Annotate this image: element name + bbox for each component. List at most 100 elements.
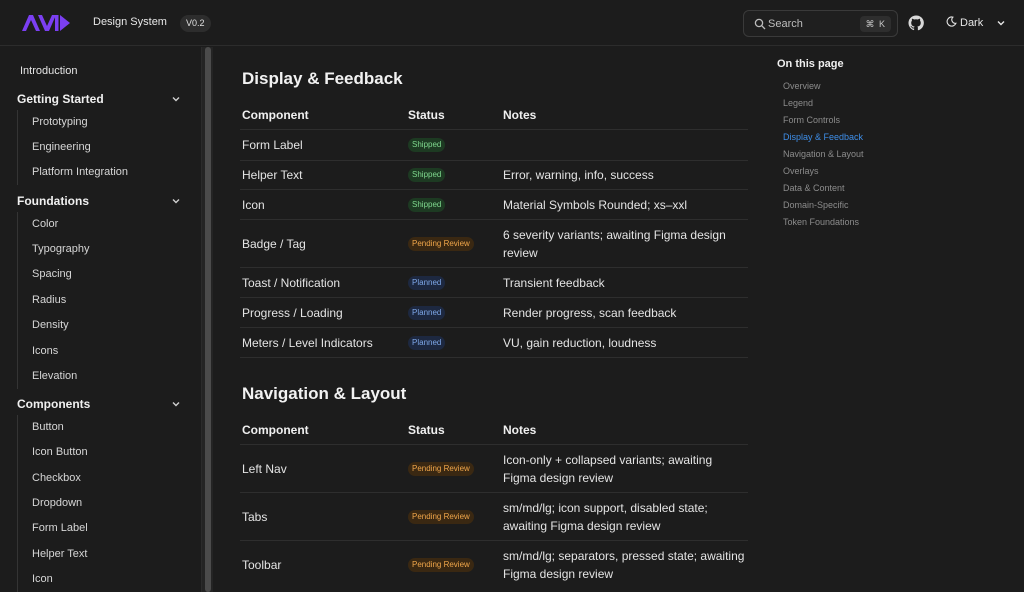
search-shortcut: ⌘ K bbox=[860, 16, 891, 32]
status-badge: Shipped bbox=[408, 198, 446, 212]
moon-icon bbox=[946, 16, 957, 27]
sidebar-item-introduction[interactable]: Introduction bbox=[20, 65, 77, 77]
search-label: Search bbox=[768, 18, 803, 30]
status-badge: Pending Review bbox=[408, 462, 474, 476]
toc-link-overview[interactable]: Overview bbox=[783, 81, 821, 91]
sidebar-item-button[interactable]: Button bbox=[32, 421, 64, 433]
component-notes: Transient feedback bbox=[503, 276, 605, 290]
component-name: Tabs bbox=[242, 510, 268, 524]
table-divider bbox=[240, 492, 748, 493]
app-title: Design System bbox=[93, 16, 167, 28]
section-heading: Display & Feedback bbox=[242, 69, 403, 88]
column-header: Status bbox=[408, 108, 445, 122]
component-name: Form Label bbox=[242, 138, 303, 152]
sidebar-section-rail bbox=[17, 110, 18, 185]
toc-link-navigation-layout[interactable]: Navigation & Layout bbox=[783, 149, 864, 159]
toc-link-token-foundations[interactable]: Token Foundations bbox=[783, 217, 859, 227]
sidebar-item-checkbox[interactable]: Checkbox bbox=[32, 472, 81, 484]
sidebar-item-prototyping[interactable]: Prototyping bbox=[32, 116, 88, 128]
sidebar-section-rail bbox=[17, 212, 18, 389]
sidebar-item-elevation[interactable]: Elevation bbox=[32, 370, 77, 382]
search-icon bbox=[754, 18, 766, 30]
status-badge: Planned bbox=[408, 306, 446, 320]
chevron-down-icon[interactable] bbox=[171, 196, 181, 206]
sidebar-item-typography[interactable]: Typography bbox=[32, 243, 89, 255]
component-notes: Render progress, scan feedback bbox=[503, 306, 677, 320]
toc-link-legend[interactable]: Legend bbox=[783, 98, 813, 108]
component-notes: Error, warning, info, success bbox=[503, 168, 654, 182]
table-divider bbox=[240, 160, 748, 161]
github-icon[interactable] bbox=[908, 15, 924, 31]
sidebar-section-rail bbox=[17, 415, 18, 592]
status-badge: Planned bbox=[408, 276, 446, 290]
toc-title: On this page bbox=[777, 58, 844, 70]
sidebar-section-getting-started[interactable]: Getting Started bbox=[17, 92, 104, 106]
component-name: Helper Text bbox=[242, 168, 303, 182]
component-name: Badge / Tag bbox=[242, 237, 306, 251]
column-header: Notes bbox=[503, 108, 537, 122]
search-button[interactable]: Search ⌘ K bbox=[743, 10, 898, 37]
sidebar-item-spacing[interactable]: Spacing bbox=[32, 268, 72, 280]
status-badge: Pending Review bbox=[408, 237, 474, 251]
status-badge: Shipped bbox=[408, 138, 446, 152]
component-notes: Material Symbols Rounded; xs–xxl bbox=[503, 198, 688, 212]
component-notes: sm/md/lg; separators, pressed state; awa… bbox=[503, 549, 745, 581]
sidebar-item-dropdown[interactable]: Dropdown bbox=[32, 497, 82, 509]
column-header: Component bbox=[242, 423, 309, 437]
table-divider bbox=[240, 129, 748, 130]
column-header: Notes bbox=[503, 423, 537, 437]
component-name: Icon bbox=[242, 198, 265, 212]
sidebar-item-icon-button[interactable]: Icon Button bbox=[32, 446, 88, 458]
sidebar-item-color[interactable]: Color bbox=[32, 218, 58, 230]
sidebar-item-radius[interactable]: Radius bbox=[32, 294, 66, 306]
theme-label: Dark bbox=[960, 17, 984, 29]
theme-toggle[interactable]: Dark bbox=[946, 16, 983, 30]
top-bar: Design System V0.2 Search ⌘ K Dark bbox=[0, 0, 1024, 46]
table-divider bbox=[240, 327, 748, 328]
component-notes: 6 severity variants; awaiting Figma desi… bbox=[503, 228, 726, 260]
chevron-down-icon[interactable] bbox=[171, 94, 181, 104]
component-notes: VU, gain reduction, loudness bbox=[503, 336, 657, 350]
brand-logo[interactable] bbox=[22, 15, 70, 31]
chevron-down-icon[interactable] bbox=[996, 18, 1006, 28]
status-badge: Shipped bbox=[408, 168, 446, 182]
component-name: Left Nav bbox=[242, 462, 287, 476]
table-divider bbox=[240, 219, 748, 220]
sidebar-item-platform-integration[interactable]: Platform Integration bbox=[32, 166, 128, 178]
sidebar-section-components[interactable]: Components bbox=[17, 397, 90, 411]
table-divider bbox=[240, 297, 748, 298]
component-notes: Icon-only + collapsed variants; awaiting… bbox=[503, 453, 713, 485]
component-name: Meters / Level Indicators bbox=[242, 336, 373, 350]
sidebar-scrollbar[interactable] bbox=[201, 47, 213, 592]
sidebar-item-density[interactable]: Density bbox=[32, 319, 69, 331]
toc-link-overlays[interactable]: Overlays bbox=[783, 166, 819, 176]
sidebar-item-icon[interactable]: Icon bbox=[32, 573, 53, 585]
status-badge: Pending Review bbox=[408, 510, 474, 524]
sidebar-item-form-label[interactable]: Form Label bbox=[32, 522, 88, 534]
toc-link-display-feedback[interactable]: Display & Feedback bbox=[783, 132, 863, 142]
table-divider bbox=[240, 357, 748, 358]
table-divider bbox=[240, 540, 748, 541]
component-notes: sm/md/lg; icon support, disabled state; … bbox=[503, 501, 708, 533]
status-badge: Pending Review bbox=[408, 558, 474, 572]
table-divider bbox=[240, 444, 748, 445]
scrollbar-thumb[interactable] bbox=[205, 47, 211, 592]
section-heading: Navigation & Layout bbox=[242, 384, 407, 403]
column-header: Status bbox=[408, 423, 445, 437]
sidebar bbox=[0, 47, 200, 592]
chevron-down-icon[interactable] bbox=[171, 399, 181, 409]
column-header: Component bbox=[242, 108, 309, 122]
sidebar-item-icons[interactable]: Icons bbox=[32, 345, 58, 357]
sidebar-section-foundations[interactable]: Foundations bbox=[17, 194, 89, 208]
component-name: Progress / Loading bbox=[242, 306, 343, 320]
version-badge: V0.2 bbox=[180, 15, 211, 32]
sidebar-item-helper-text[interactable]: Helper Text bbox=[32, 548, 87, 560]
toc-link-domain-specific[interactable]: Domain-Specific bbox=[783, 200, 849, 210]
status-badge: Planned bbox=[408, 336, 446, 350]
table-divider bbox=[240, 267, 748, 268]
toc-link-form-controls[interactable]: Form Controls bbox=[783, 115, 840, 125]
component-name: Toast / Notification bbox=[242, 276, 341, 290]
sidebar-item-engineering[interactable]: Engineering bbox=[32, 141, 91, 153]
component-name: Toolbar bbox=[242, 558, 282, 572]
toc-link-data-content[interactable]: Data & Content bbox=[783, 183, 845, 193]
